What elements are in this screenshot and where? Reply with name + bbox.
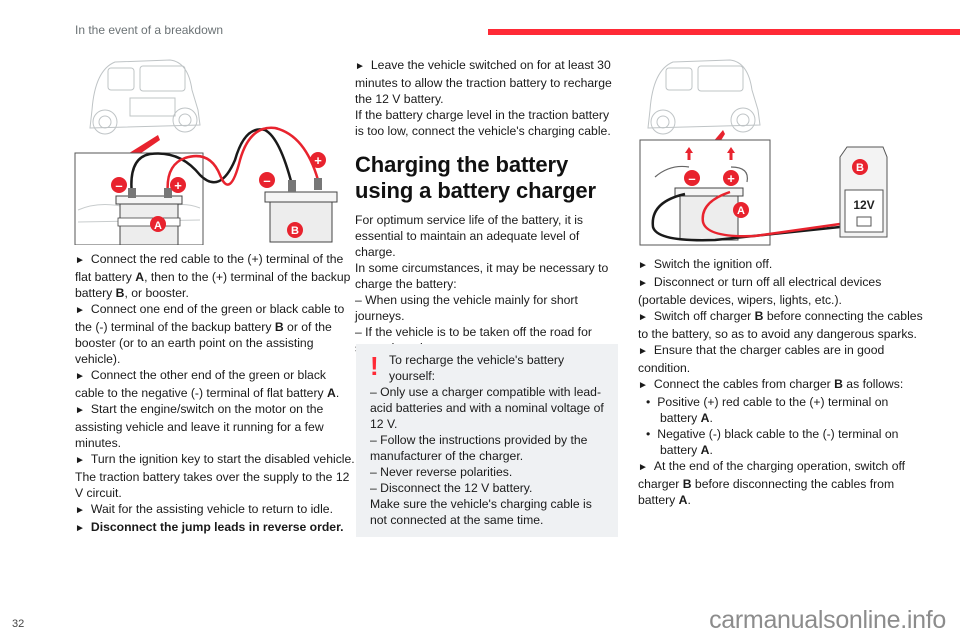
section-heading: Charging the battery using a battery cha…: [355, 152, 597, 203]
triangle-bullet-icon: ►: [75, 505, 85, 516]
note: The traction battery takes over the supp…: [75, 470, 350, 500]
step: ► Connect one end of the green or black c…: [75, 301, 355, 367]
vehicle-sketch: [89, 59, 201, 135]
step-text: as follows:: [842, 377, 904, 391]
step-text: Ensure that the charger cables are in go…: [638, 343, 885, 375]
step: ► Switch off charger B before connecting …: [638, 308, 923, 342]
page-number: 32: [12, 618, 25, 630]
triangle-bullet-icon: ►: [638, 346, 648, 357]
triangle-bullet-icon: ►: [75, 523, 85, 534]
charger-ref: B: [682, 477, 692, 491]
step: ► Wait for the assisting vehicle to retur…: [75, 501, 355, 519]
step-text: Switch the ignition off.: [653, 257, 773, 271]
step: ► Ensure that the charger cables are in g…: [638, 342, 923, 376]
step-text: .: [335, 386, 340, 400]
step: ► Start the engine/switch on the motor on…: [75, 401, 355, 451]
sub-bullet: • Negative (-) black cable to the (-) ter…: [638, 426, 923, 458]
minus-label: –: [115, 178, 122, 193]
triangle-bullet-icon: ►: [75, 371, 85, 382]
step-text: Disconnect the jump leads in reverse ord…: [90, 520, 344, 534]
step-text: Negative (-) black cable to the (-) term…: [657, 427, 899, 457]
warning-title: ! To recharge the vehicle's battery yours…: [370, 352, 608, 384]
step: ► At the end of the charging operation, s…: [638, 458, 923, 508]
header-accent-rule: [488, 29, 960, 35]
step-text: Leave the vehicle switched on for at lea…: [355, 58, 612, 106]
battery-ref: B: [274, 320, 284, 334]
dash-item: – When using the vehicle mainly for shor…: [355, 293, 578, 323]
battery-ref: A: [327, 386, 336, 400]
warning-item: – Never reverse polarities.: [370, 465, 513, 479]
step: ► Turn the ignition key to start the disa…: [75, 451, 355, 469]
intro-text: For optimum service life of the battery,…: [355, 213, 584, 259]
warning-item: – Only use a charger compatible with lea…: [370, 385, 604, 431]
warning-exclamation-icon: !: [370, 351, 379, 381]
triangle-bullet-icon: ►: [355, 61, 365, 72]
dot-bullet-icon: •: [646, 427, 651, 441]
note: If the battery charge level in the tract…: [355, 108, 611, 138]
triangle-bullet-icon: ►: [75, 255, 85, 266]
step-text: Start the engine/switch on the motor on …: [75, 402, 324, 450]
triangle-bullet-icon: ►: [638, 260, 648, 271]
step: ► Connect the other end of the green or b…: [75, 367, 355, 401]
triangle-bullet-icon: ►: [638, 462, 648, 473]
step-final: ► Disconnect the jump leads in reverse or…: [75, 519, 355, 537]
sub-bullet: • Positive (+) red cable to the (+) termi…: [638, 394, 923, 426]
column-charger-intro: ► Leave the vehicle switched on for at le…: [355, 57, 620, 356]
column-charger-steps: ► Switch the ignition off. ► Disconnect or…: [638, 256, 923, 508]
step-text: , or booster.: [124, 286, 189, 300]
warning-item: – Follow the instructions provided by th…: [370, 433, 588, 463]
section-header-title: In the event of a breakdown: [75, 23, 224, 37]
vehicle-sketch: [647, 59, 761, 135]
plus-label: +: [727, 171, 735, 186]
triangle-bullet-icon: ►: [638, 312, 648, 323]
step-text: .: [687, 493, 691, 507]
step: ► Connect the cables from charger B as fo…: [638, 376, 923, 394]
label-b: B: [856, 162, 864, 174]
step-text: Switch off charger: [653, 309, 755, 323]
step-text: .: [709, 411, 713, 425]
step: ► Leave the vehicle switched on for at le…: [355, 57, 620, 107]
step-text: Connect the cables from charger: [653, 377, 835, 391]
charger-ref: B: [834, 377, 843, 391]
step-text: Connect the other end of the green or bl…: [75, 368, 327, 400]
minus-label: –: [688, 171, 695, 186]
plus-label: +: [314, 153, 322, 168]
minus-label: –: [263, 173, 270, 188]
step: ► Connect the red cable to the (+) termin…: [75, 251, 355, 301]
battery-a: [115, 195, 183, 245]
warning-item: – Disconnect the 12 V battery.: [370, 481, 533, 495]
step-text: Disconnect or turn off all electrical de…: [638, 275, 882, 307]
step-text: .: [709, 443, 713, 457]
warning-box: ! To recharge the vehicle's battery yours…: [356, 344, 618, 537]
step: ► Switch the ignition off.: [638, 256, 923, 274]
step-text: Wait for the assisting vehicle to return…: [90, 502, 333, 516]
triangle-bullet-icon: ►: [75, 455, 85, 466]
warning-title-text: To recharge the vehicle's battery yourse…: [389, 353, 565, 383]
step-text: Turn the ignition key to start the disab…: [90, 452, 355, 466]
triangle-bullet-icon: ►: [638, 278, 648, 289]
triangle-bullet-icon: ►: [75, 405, 85, 416]
plus-label: +: [174, 178, 182, 193]
watermark: carmanualsonline.info: [709, 606, 946, 634]
column-jump-start-steps: ► Connect the red cable to the (+) termin…: [75, 251, 355, 537]
battery-a: [674, 187, 744, 241]
jump-start-illustration: – + A – + B: [74, 59, 338, 245]
dot-bullet-icon: •: [646, 395, 651, 409]
battery-ref: A: [135, 270, 145, 284]
triangle-bullet-icon: ►: [638, 380, 648, 391]
step: ► Disconnect or turn off all electrical d…: [638, 274, 923, 308]
triangle-bullet-icon: ►: [75, 305, 85, 316]
label-a: A: [154, 220, 162, 232]
label-b: B: [291, 225, 299, 237]
charger-voltage-label: 12V: [853, 198, 874, 212]
circumstances-text: In some circumstances, it may be necessa…: [355, 261, 609, 291]
battery-charger-illustration: 12V – + A B: [639, 59, 888, 246]
warning-footer: Make sure the vehicle's charging cable i…: [370, 497, 592, 527]
label-a: A: [737, 205, 745, 217]
step-text: Positive (+) red cable to the (+) termin…: [657, 395, 889, 425]
